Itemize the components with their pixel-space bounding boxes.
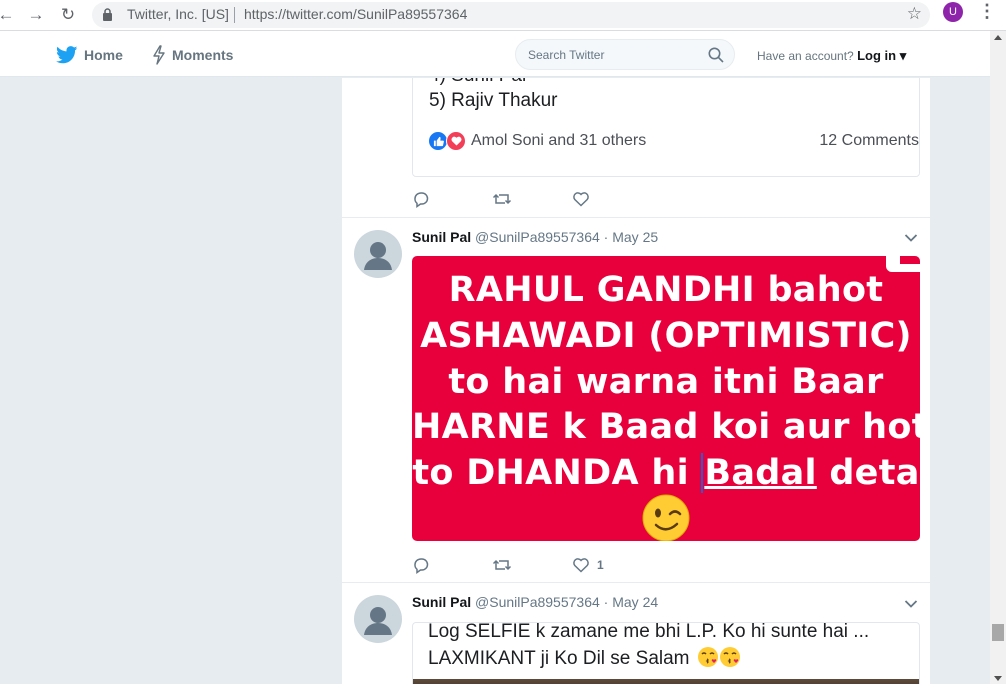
have-account-text: Have an account? [757, 49, 854, 63]
tweet-author-name[interactable]: Sunil Pal [412, 594, 471, 610]
card-line: 5) Rajiv Thakur [429, 90, 558, 111]
retweet-icon [492, 193, 512, 205]
link-card[interactable]: 4) Sunil Pal 5) Rajiv Thakur Amol Soni a… [412, 78, 920, 177]
nav-moments-label: Moments [172, 47, 234, 63]
tweet-actions: 1 [412, 554, 652, 576]
lock-icon [103, 8, 112, 21]
like-icon [573, 192, 589, 207]
page-scrollbar[interactable] [990, 31, 1006, 684]
browser-menu-icon[interactable]: ⋮ [978, 1, 996, 22]
moments-icon [153, 45, 165, 65]
profile-avatar[interactable]: U [943, 2, 963, 22]
chevron-down-icon[interactable] [904, 233, 918, 243]
nav-home[interactable]: Home [56, 44, 123, 66]
tweet-author-handle[interactable]: @SunilPa89557364 [475, 594, 600, 610]
media-text-line: RAHUL GANDHI bahot [448, 270, 884, 310]
tweet-header: Sunil Pal @SunilPa89557364 · May 24 [412, 594, 658, 612]
star-icon[interactable]: ☆ [907, 4, 922, 24]
search-placeholder: Search Twitter [528, 48, 605, 62]
site-identity: Twitter, Inc. [US] [127, 6, 229, 22]
search-input[interactable]: Search Twitter [515, 39, 735, 70]
scroll-down-icon[interactable] [994, 676, 1002, 681]
media-text-line: HARNE k Baad koi aur hota [412, 407, 920, 447]
like-icon [573, 558, 589, 573]
timeline: 4) Sunil Pal 5) Rajiv Thakur Amol Soni a… [342, 78, 930, 684]
card-line: LAXMIKANT ji Ko Dil se Salam [428, 646, 741, 670]
reactions-text: Amol Soni and 31 others [471, 132, 647, 149]
default-avatar-icon [364, 607, 392, 635]
media-text-line: to hai warna itni Baar [448, 362, 884, 402]
avatar[interactable] [354, 595, 402, 643]
wink-emoji [642, 494, 690, 541]
card-line: Log SELFIE k zamane me bhi L.P. Ko hi su… [428, 622, 870, 642]
tweet-date-separator: · [603, 594, 609, 610]
tweet-divider [342, 582, 930, 583]
like-reaction-icon [428, 131, 448, 151]
tweet-date[interactable]: May 24 [612, 594, 658, 610]
retweet-button[interactable] [492, 189, 572, 209]
reply-button[interactable] [412, 555, 492, 575]
address-bar[interactable]: Twitter, Inc. [US] https://twitter.com/S… [92, 2, 930, 28]
card-image [413, 679, 919, 684]
tweet-media-image[interactable]: RAHUL GANDHI bahot ASHAWADI (OPTIMISTIC)… [412, 256, 920, 541]
scroll-up-icon[interactable] [994, 35, 1002, 40]
card-line-text: LAXMIKANT ji Ko Dil se Salam [428, 648, 690, 669]
media-text-suffix: deta [816, 453, 920, 493]
reactions-summary: Amol Soni and 31 others [428, 131, 646, 151]
account-prompt: Have an account? Log in ▾ [757, 48, 906, 64]
omnibox-separator [234, 7, 235, 23]
twitter-top-nav: Home Moments Search Twitter Have an acco… [0, 31, 990, 77]
reload-icon[interactable]: ↻ [56, 3, 80, 27]
tweet-author-name[interactable]: Sunil Pal [412, 229, 471, 245]
back-icon[interactable]: ← [0, 3, 18, 27]
nav-moments[interactable]: Moments [152, 44, 233, 66]
kiss-emoji [697, 647, 718, 667]
login-label: Log in [857, 48, 897, 63]
nav-home-label: Home [84, 47, 123, 63]
reply-icon [414, 192, 429, 208]
media-text-prefix: to DHANDA hi [412, 453, 702, 493]
link-card[interactable]: Log SELFIE k zamane me bhi L.P. Ko hi su… [412, 622, 920, 684]
comments-count: 12 Comments [819, 132, 919, 149]
reply-icon [414, 558, 429, 574]
twitter-bird-icon [56, 46, 78, 64]
tweet-header: Sunil Pal @SunilPa89557364 · May 25 [412, 229, 658, 247]
reply-button[interactable] [412, 189, 492, 209]
tweet-actions [412, 188, 652, 210]
tweet-date[interactable]: May 25 [612, 229, 658, 245]
love-reaction-icon [446, 131, 466, 151]
url-text[interactable]: https://twitter.com/SunilPa89557364 [244, 6, 467, 22]
avatar[interactable] [354, 230, 402, 278]
login-link[interactable]: Log in ▾ [857, 48, 906, 63]
like-button[interactable] [572, 189, 652, 209]
browser-toolbar: ← → ↻ Twitter, Inc. [US] https://twitter… [0, 0, 1006, 31]
media-text-line: to DHANDA hi Badal deta [412, 453, 920, 493]
default-avatar-icon [364, 242, 392, 270]
kiss-emoji [719, 647, 740, 667]
tweet-author-handle[interactable]: @SunilPa89557364 [475, 229, 600, 245]
caret-down-icon: ▾ [896, 48, 907, 63]
search-icon[interactable] [708, 47, 724, 63]
retweet-button[interactable] [492, 555, 572, 575]
forward-icon[interactable]: → [24, 3, 48, 27]
card-line: 4) Sunil Pal [429, 78, 526, 87]
tweet-date-separator: · [603, 229, 609, 245]
chevron-down-icon[interactable] [904, 599, 918, 609]
media-text-line: ASHAWADI (OPTIMISTIC) [420, 316, 912, 356]
like-button[interactable]: 1 [572, 555, 652, 575]
retweet-icon [492, 559, 512, 571]
tweet-divider [342, 217, 930, 218]
scroll-thumb[interactable] [992, 624, 1004, 641]
media-text-highlight: Badal [701, 453, 817, 493]
like-count: 1 [597, 558, 604, 572]
